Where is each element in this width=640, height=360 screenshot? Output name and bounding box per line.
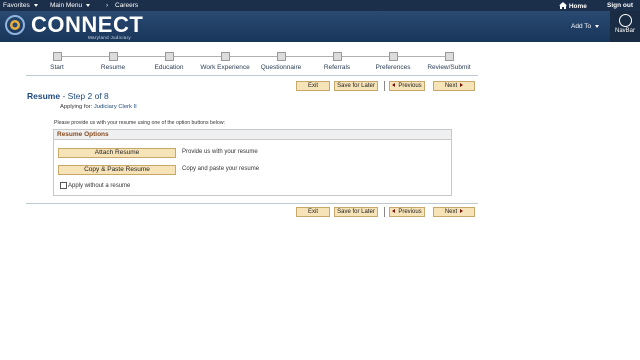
attach-resume-description: Provide us with your resume <box>182 149 258 155</box>
page-title: Resume - Step 2 of 8 <box>27 91 109 101</box>
sign-out-link[interactable]: Sign out <box>607 2 633 9</box>
breadcrumb-careers[interactable]: Careers <box>115 2 138 9</box>
navbar-button[interactable]: NavBar <box>610 11 640 42</box>
next-button[interactable]: Next <box>433 81 475 91</box>
judiciary-logo-icon <box>5 15 25 35</box>
chevron-down-icon <box>595 24 600 28</box>
save-for-later-button[interactable]: Save for Later <box>334 81 378 91</box>
section-divider <box>26 203 478 204</box>
banner: CONNECT Maryland Judiciary Add To NavBar <box>0 11 640 42</box>
exit-button[interactable]: Exit <box>296 81 330 91</box>
logo-subtitle: Maryland Judiciary <box>88 35 131 40</box>
compass-icon <box>618 14 632 27</box>
breadcrumb-separator: › <box>106 2 109 9</box>
home-icon <box>559 2 567 9</box>
arrow-left-icon <box>392 209 396 214</box>
exit-button-bottom[interactable]: Exit <box>296 207 330 217</box>
copy-paste-resume-description: Copy and paste your resume <box>182 166 260 172</box>
favorites-menu[interactable]: Favorites <box>3 2 38 9</box>
save-for-later-button-bottom[interactable]: Save for Later <box>334 207 378 217</box>
bottom-button-row: Exit Save for Later Previous Next <box>296 207 476 217</box>
step-marker <box>52 52 62 61</box>
copy-paste-resume-button[interactable]: Copy & Paste Resume <box>58 165 176 175</box>
applying-for: Applying for: Judiciary Clerk II <box>60 104 137 110</box>
previous-button[interactable]: Previous <box>389 81 425 91</box>
step-marker <box>220 52 230 61</box>
next-button-bottom[interactable]: Next <box>433 207 475 217</box>
chevron-down-icon <box>86 3 91 7</box>
apply-without-resume-label[interactable]: Apply without a resume <box>68 183 130 189</box>
arrow-left-icon <box>392 83 396 88</box>
arrow-right-icon <box>460 83 464 88</box>
job-title-value: Judiciary Clerk II <box>93 104 137 110</box>
step-marker <box>276 52 286 61</box>
home-link[interactable]: Home <box>559 2 587 10</box>
main-menu[interactable]: Main Menu <box>50 2 91 9</box>
step-marker <box>164 52 174 61</box>
instructions-text: Please provide us with your resume using… <box>54 120 226 126</box>
apply-without-resume-checkbox[interactable] <box>60 182 67 189</box>
resume-options-header: Resume Options <box>54 130 451 140</box>
step-review-submit[interactable]: Review/Submit <box>414 52 484 71</box>
arrow-right-icon <box>460 209 464 214</box>
previous-button-bottom[interactable]: Previous <box>389 207 425 217</box>
chevron-down-icon <box>33 3 38 7</box>
add-to-menu[interactable]: Add To <box>571 23 600 30</box>
top-button-row: Exit Save for Later Previous Next <box>296 81 476 91</box>
top-nav-bar: Favorites Main Menu › Careers Home Sign … <box>0 0 640 11</box>
step-marker <box>332 52 342 61</box>
attach-resume-button[interactable]: Attach Resume <box>58 148 176 158</box>
step-marker <box>388 52 398 61</box>
progress-steps: Start Resume Education Work Experience Q… <box>26 52 478 76</box>
button-separator <box>384 81 385 91</box>
step-marker <box>108 52 118 61</box>
step-marker <box>444 52 454 61</box>
resume-options-group: Resume Options Attach Resume Provide us … <box>53 129 452 196</box>
button-separator <box>384 207 385 217</box>
